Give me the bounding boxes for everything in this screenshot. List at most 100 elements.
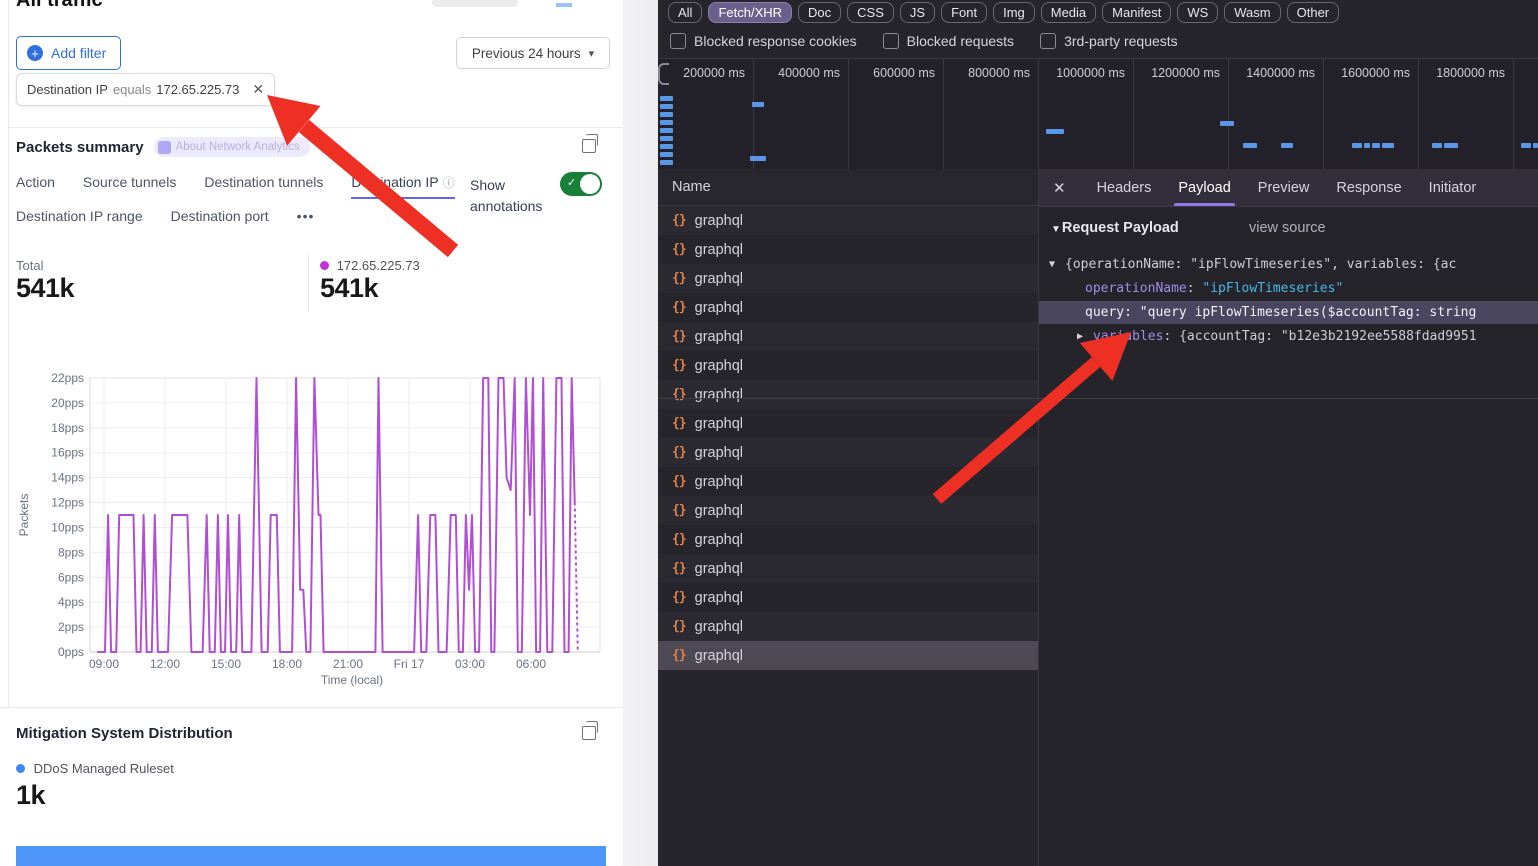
request-activity-dash [1372,143,1380,148]
tab-destination-ip[interactable]: Destination IPⓘ [351,174,454,199]
request-payload-header[interactable]: ▼Request Payload [1051,220,1179,236]
expander-open-icon[interactable]: ▼ [1049,253,1055,276]
timeline-tick-label: 2 [1513,66,1538,80]
filter-chip[interactable]: Destination IP equals 172.65.225.73 ✕ [16,73,275,106]
timeline-tick-label: 200000 ms [658,66,745,80]
request-row[interactable]: {}graphql [658,293,1038,322]
mitigation-bar[interactable] [16,846,606,866]
request-activity-dash [1444,143,1458,148]
json-icon: {} [672,648,686,663]
request-activity-dash [660,96,673,101]
request-row[interactable]: {}graphql [658,467,1038,496]
request-activity-dash [1432,143,1442,148]
tab-destination-ip-range[interactable]: Destination IP range [16,208,143,224]
checkbox-3rd-party-requests[interactable]: 3rd-party requests [1040,33,1178,49]
json-icon: {} [672,329,686,344]
request-row[interactable]: {}graphql [658,206,1038,235]
payload-line[interactable]: ▶variables: {accountTag: "b12e3b2192ee55… [1039,325,1538,348]
request-activity-dash [660,120,673,125]
checkbox-blocked-response-cookies[interactable]: Blocked response cookies [670,33,857,49]
payload-line[interactable]: ▼{operationName: "ipFlowTimeseries", var… [1039,253,1538,276]
request-row[interactable]: {}graphql [658,380,1038,409]
filter-pill-js[interactable]: JS [900,2,935,23]
network-table-header[interactable]: Name [658,169,1038,206]
show-annotations-toggle[interactable]: ✓ [560,172,602,196]
detail-tab-preview[interactable]: Preview [1258,169,1310,206]
filter-pill-all[interactable]: All [668,2,702,23]
mitigation-card: Mitigation System Distribution DDoS Mana… [0,707,623,866]
expander-closed-icon[interactable]: ▶ [1077,325,1083,348]
tab-destination-port[interactable]: Destination port [171,208,269,224]
tab-source-tunnels[interactable]: Source tunnels [83,174,176,199]
request-row[interactable]: {}graphql [658,438,1038,467]
x-axis-title: Time (local) [321,673,383,687]
tab-destination-tunnels[interactable]: Destination tunnels [204,174,323,199]
request-activity-dash [750,156,766,161]
detail-tab-initiator[interactable]: Initiator [1429,169,1477,206]
checkbox-blocked-requests[interactable]: Blocked requests [883,33,1014,49]
checkbox-icon[interactable] [1040,33,1056,49]
checkbox-icon[interactable] [883,33,899,49]
request-row[interactable]: {}graphql [658,496,1038,525]
filter-pill-css[interactable]: CSS [847,2,894,23]
request-activity-dash [1281,143,1293,148]
expand-card-icon[interactable] [582,726,596,740]
request-activity-dash [752,102,764,107]
filter-pill-img[interactable]: Img [993,2,1035,23]
add-filter-button[interactable]: + Add filter [16,36,121,70]
tab-action[interactable]: Action [16,174,55,199]
expand-card-icon[interactable] [582,139,596,153]
about-network-analytics-badge[interactable]: About Network Analytics [154,137,310,157]
time-range-dropdown[interactable]: Previous 24 hours ▾ [456,37,610,69]
payload-line[interactable]: query: "query ipFlowTimeseries($accountT… [1039,301,1538,324]
network-timeline-overview[interactable]: 200000 ms400000 ms600000 ms800000 ms1000… [658,58,1538,170]
filter-pill-manifest[interactable]: Manifest [1102,2,1171,23]
clipped-toolbar-artifact [432,0,518,7]
clipped-link-artifact [556,3,572,7]
request-detail-panel: ✕ Headers Payload Preview Response Initiator… [1038,169,1538,866]
close-icon[interactable]: ✕ [1053,179,1066,197]
request-row[interactable]: {}graphql [658,409,1038,438]
request-activity-dash [1382,143,1394,148]
request-filter-pills: All Fetch/XHR Doc CSS JS Font Img Media Manifest… [668,2,1339,23]
filter-pill-fetch-xhr[interactable]: Fetch/XHR [708,2,792,23]
json-icon: {} [672,242,686,257]
network-request-list: {}graphql{}graphql{}graphql{}graphql{}gr… [658,206,1038,670]
filter-pill-media[interactable]: Media [1041,2,1096,23]
request-row[interactable]: {}graphql [658,583,1038,612]
request-row[interactable]: {}graphql [658,322,1038,351]
request-row[interactable]: {}graphql [658,264,1038,293]
json-icon: {} [672,474,686,489]
request-row[interactable]: {}graphql [658,641,1038,670]
filter-pill-wasm[interactable]: Wasm [1224,2,1280,23]
checkbox-icon[interactable] [670,33,686,49]
x-tick-label: 06:00 [516,657,546,671]
filter-pill-doc[interactable]: Doc [798,2,841,23]
filter-pill-other[interactable]: Other [1287,2,1340,23]
timeline-tick-label: 1200000 ms [1133,66,1220,80]
x-tick-label: 03:00 [455,657,485,671]
mitigation-title: Mitigation System Distribution [16,725,233,742]
filter-pill-ws[interactable]: WS [1177,2,1218,23]
x-tick-label: 21:00 [333,657,363,671]
timeline-tick-label: 400000 ms [753,66,840,80]
window-gutter [623,0,658,866]
request-name: graphql [695,242,743,258]
request-row[interactable]: {} graphql [658,235,1038,264]
request-name: graphql [695,445,743,461]
request-row[interactable]: {}graphql [658,525,1038,554]
view-source-link[interactable]: view source [1249,220,1326,236]
more-tabs-button[interactable]: ••• [297,208,315,224]
filter-pill-font[interactable]: Font [941,2,987,23]
remove-filter-icon[interactable]: ✕ [252,81,264,98]
detail-tab-response[interactable]: Response [1336,169,1401,206]
request-row[interactable]: {}graphql [658,351,1038,380]
y-tick-label: 16pps [51,446,84,460]
detail-tab-headers[interactable]: Headers [1097,169,1152,206]
payload-line[interactable]: operationName: "ipFlowTimeseries" [1039,277,1538,300]
time-range-label: Previous 24 hours [472,46,581,61]
request-row[interactable]: {}graphql [658,554,1038,583]
request-row[interactable]: {}graphql [658,612,1038,641]
info-icon: ⓘ [443,176,455,190]
detail-tab-payload[interactable]: Payload [1178,169,1230,206]
